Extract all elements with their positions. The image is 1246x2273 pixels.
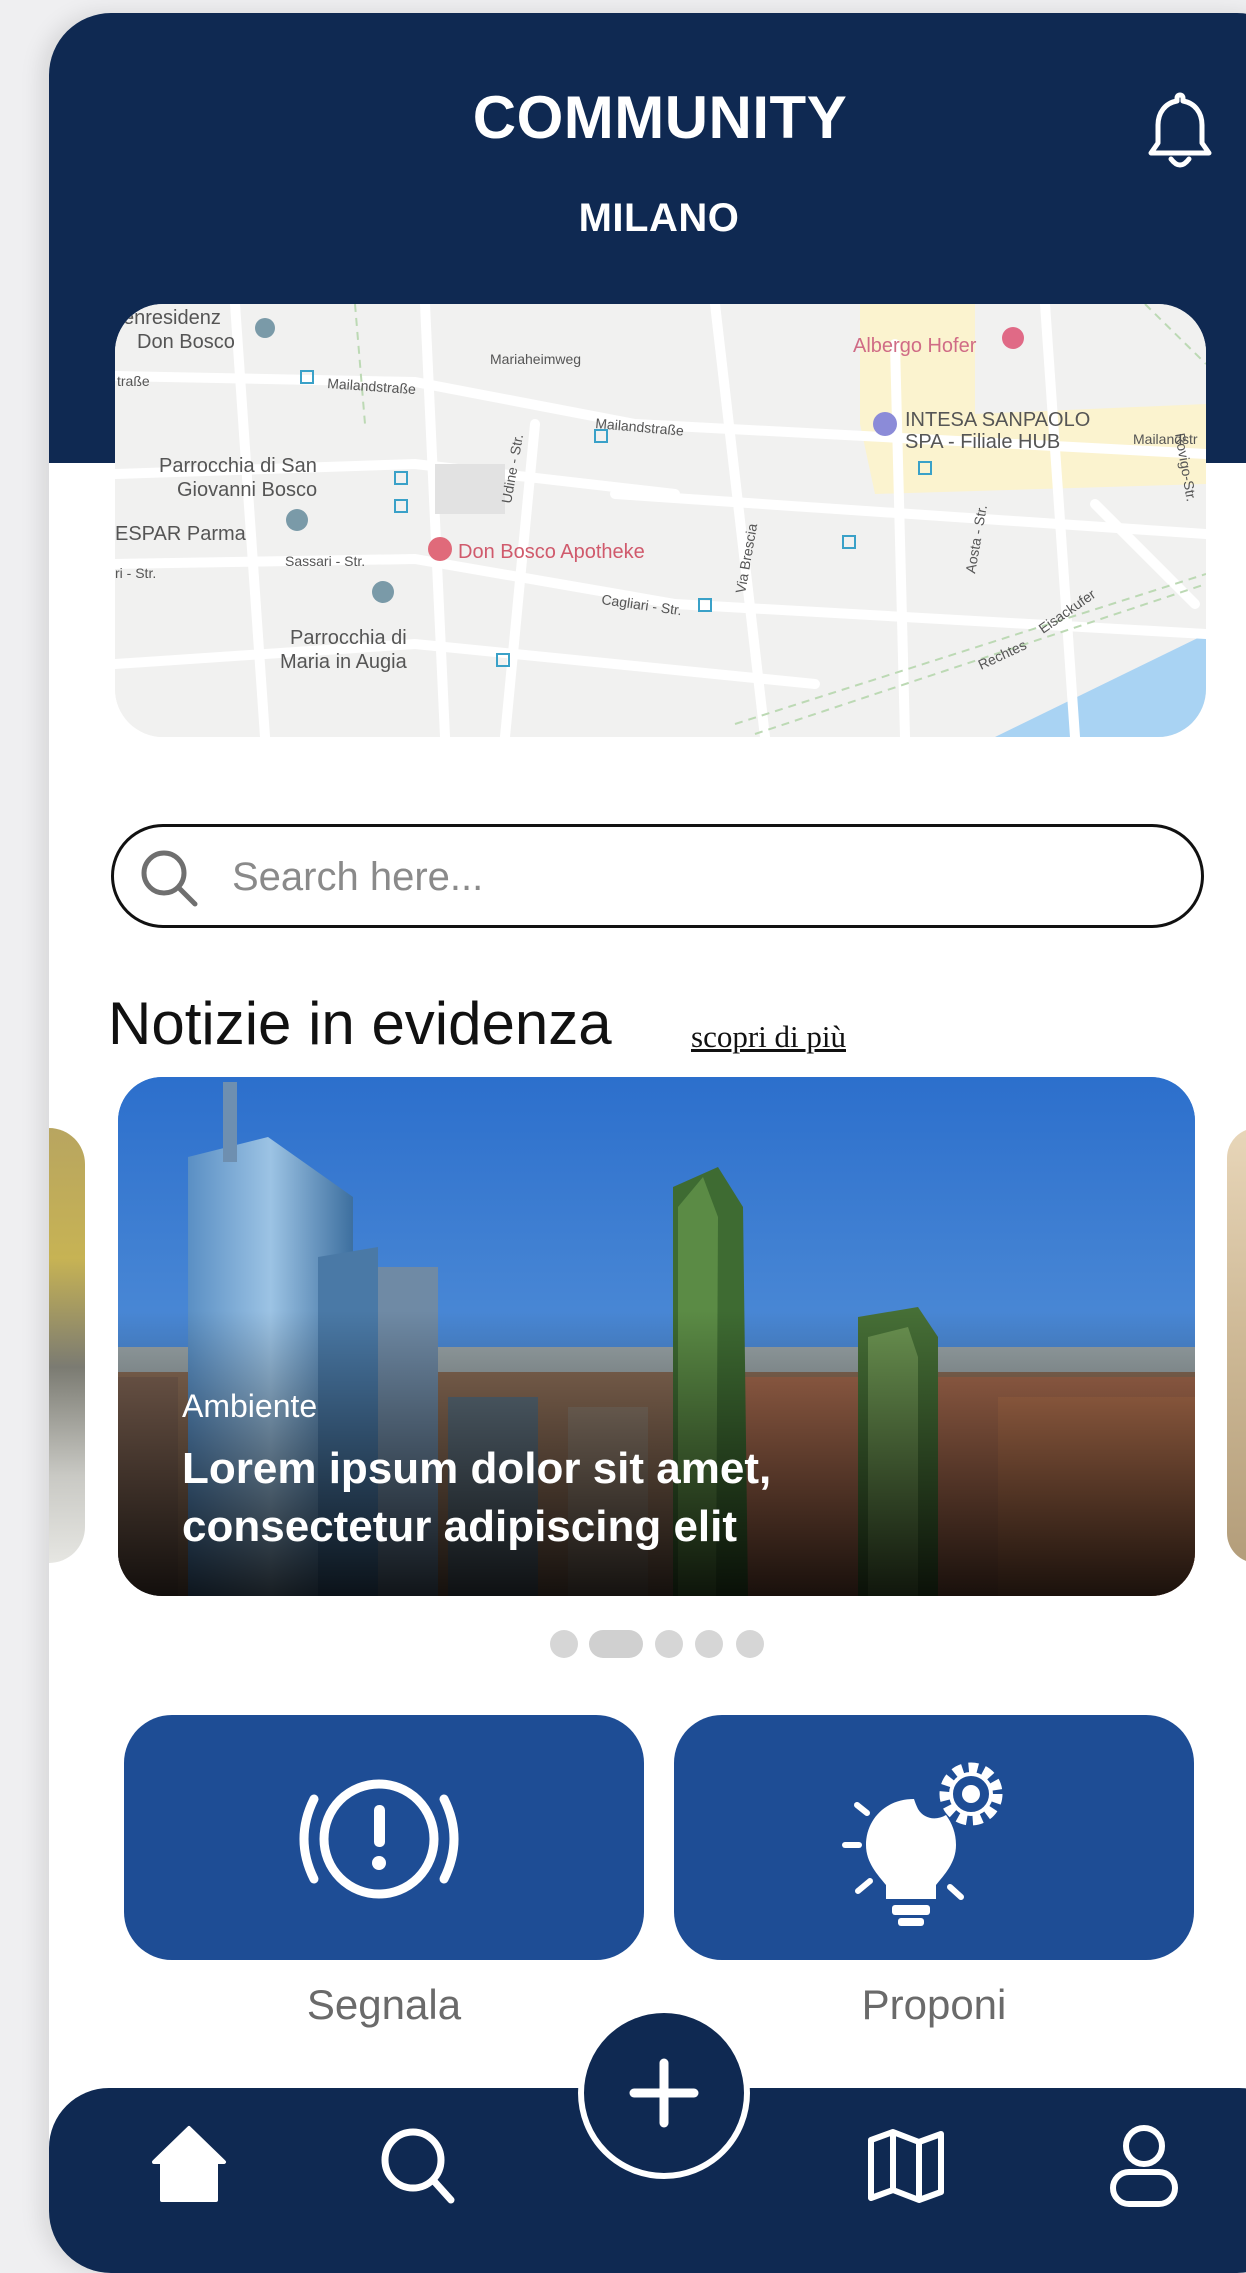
map-icon[interactable] bbox=[861, 2120, 951, 2210]
section-title: Notizie in evidenza bbox=[108, 990, 612, 1057]
search-bar[interactable] bbox=[111, 824, 1204, 928]
map-label: Don Bosco bbox=[137, 331, 235, 353]
carousel-card-previous[interactable] bbox=[49, 1128, 85, 1563]
map-label: Giovanni Bosco bbox=[177, 479, 317, 501]
discover-more-link[interactable]: scopri di più bbox=[691, 1019, 846, 1055]
report-button[interactable] bbox=[124, 1715, 644, 1960]
search-icon[interactable] bbox=[373, 2120, 463, 2210]
map-label: ri - Str. bbox=[115, 565, 156, 581]
map-label: SPA - Filiale HUB bbox=[905, 431, 1060, 453]
carousel-dot[interactable] bbox=[655, 1630, 683, 1658]
carousel-dot[interactable] bbox=[736, 1630, 764, 1658]
map-label: traße bbox=[117, 373, 150, 389]
propose-label: Proponi bbox=[861, 1981, 1007, 2028]
carousel-dot[interactable] bbox=[695, 1630, 723, 1658]
map-label: Sassari - Str. bbox=[285, 553, 365, 569]
map-label: Parrocchia di San bbox=[159, 455, 317, 477]
alert-icon bbox=[299, 1779, 459, 1899]
news-headline: Lorem ipsum dolor sit amet, consectetur … bbox=[182, 1444, 772, 1551]
add-button[interactable] bbox=[578, 2007, 750, 2179]
bell-icon[interactable] bbox=[1145, 87, 1215, 177]
map-label: Parrocchia di bbox=[290, 627, 407, 649]
report-label: Segnala bbox=[306, 1981, 462, 2028]
map-label: Mariaheimweg bbox=[490, 351, 581, 367]
carousel-dot[interactable] bbox=[550, 1630, 578, 1658]
search-input[interactable] bbox=[230, 845, 1174, 909]
map-label: enresidenz bbox=[123, 307, 221, 329]
app-screen: COMMUNITY MILANO enresidenz Don Bosco tr… bbox=[49, 13, 1246, 2273]
propose-button[interactable] bbox=[674, 1715, 1194, 1960]
home-icon[interactable] bbox=[144, 2120, 234, 2210]
map-label: Albergo Hofer bbox=[853, 335, 977, 357]
carousel-card-next[interactable] bbox=[1227, 1128, 1246, 1563]
carousel-dot-active[interactable] bbox=[589, 1630, 643, 1658]
map-label: INTESA SANPAOLO bbox=[905, 409, 1090, 431]
news-category: Ambiente bbox=[182, 1388, 318, 1424]
search-icon bbox=[141, 850, 198, 907]
profile-icon[interactable] bbox=[1099, 2120, 1189, 2210]
lightbulb-gear-icon bbox=[842, 1762, 1003, 1926]
map-label: Maria in Augia bbox=[280, 651, 408, 673]
city-name: MILANO bbox=[578, 196, 740, 240]
map-label: Don Bosco Apotheke bbox=[458, 541, 645, 563]
add-icon bbox=[629, 2058, 699, 2128]
map-label: ESPAR Parma bbox=[115, 523, 247, 545]
map-preview[interactable]: enresidenz Don Bosco traße Mailandstraße… bbox=[115, 304, 1206, 737]
app-title: COMMUNITY bbox=[472, 84, 848, 151]
